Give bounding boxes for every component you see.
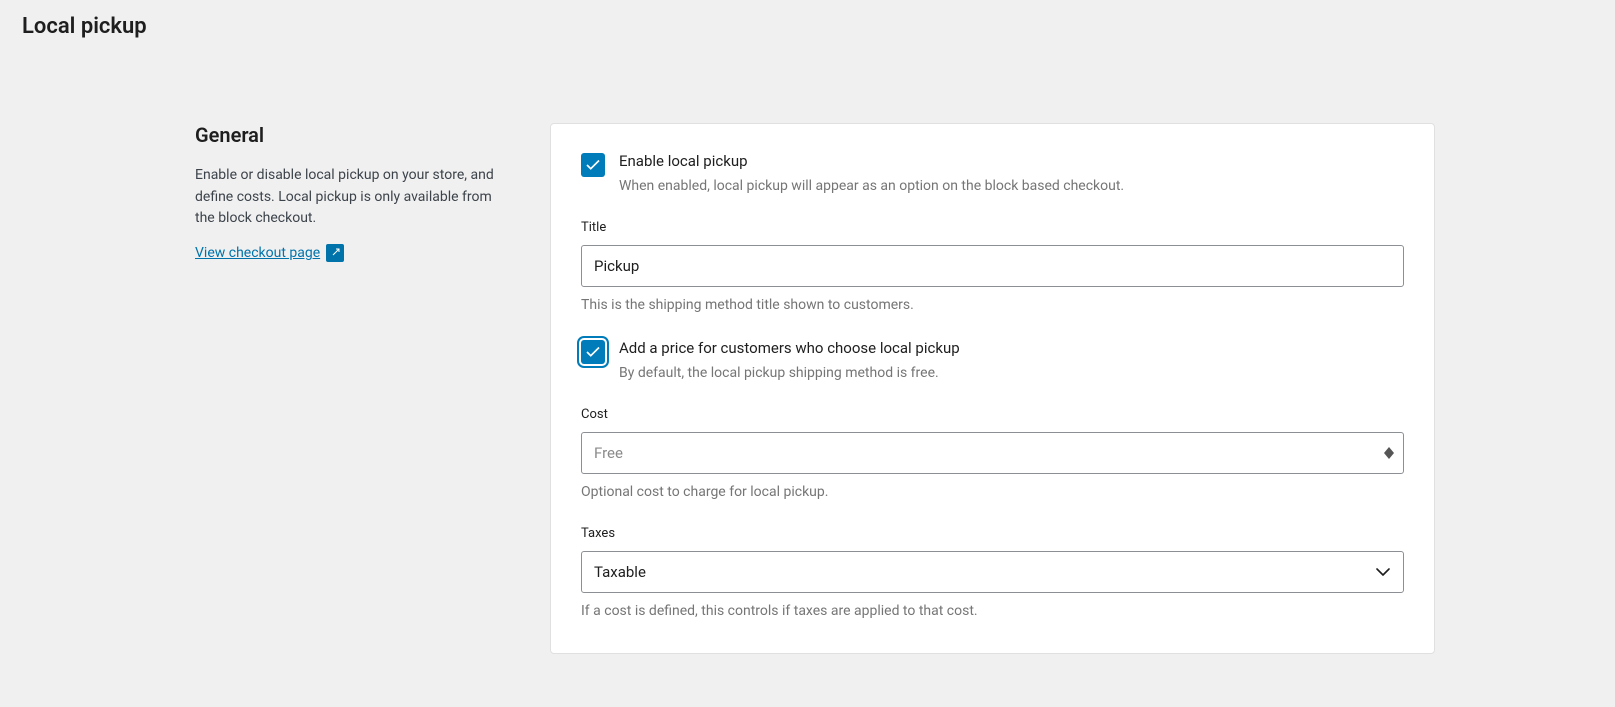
add-price-help: By default, the local pickup shipping me…: [619, 365, 939, 381]
add-price-content: Add a price for customers who choose loc…: [619, 339, 1404, 381]
taxes-help: If a cost is defined, this controls if t…: [581, 603, 1404, 619]
settings-panel: Enable local pickup When enabled, local …: [550, 123, 1435, 654]
enable-checkbox-content: Enable local pickup When enabled, local …: [619, 152, 1404, 194]
section-heading: General: [195, 123, 505, 147]
cost-help: Optional cost to charge for local pickup…: [581, 484, 1404, 500]
enable-checkbox-help: When enabled, local pickup will appear a…: [619, 178, 1124, 194]
add-price-checkbox[interactable]: [581, 340, 605, 364]
view-checkout-link-label: View checkout page: [195, 245, 320, 261]
enable-checkbox-label: Enable local pickup: [619, 152, 1404, 170]
taxes-label: Taxes: [581, 526, 1404, 541]
cost-label: Cost: [581, 407, 1404, 422]
content-wrapper: General Enable or disable local pickup o…: [0, 53, 1615, 694]
page-title: Local pickup: [22, 14, 1593, 39]
sidebar-section: General Enable or disable local pickup o…: [195, 123, 505, 654]
taxes-select[interactable]: Taxable: [581, 551, 1404, 593]
view-checkout-link[interactable]: View checkout page: [195, 244, 344, 262]
title-input[interactable]: [581, 245, 1404, 287]
add-price-row: Add a price for customers who choose loc…: [581, 339, 1404, 381]
enable-local-pickup-checkbox[interactable]: [581, 153, 605, 177]
section-description: Enable or disable local pickup on your s…: [195, 165, 505, 230]
taxes-field-group: Taxes Taxable If a cost is defined, this…: [581, 526, 1404, 619]
add-price-label: Add a price for customers who choose loc…: [619, 339, 1404, 357]
title-help: This is the shipping method title shown …: [581, 297, 1404, 313]
page-header: Local pickup: [0, 0, 1615, 53]
cost-input-wrapper: [581, 432, 1404, 474]
title-field-group: Title This is the shipping method title …: [581, 220, 1404, 313]
title-label: Title: [581, 220, 1404, 235]
taxes-select-wrapper: Taxable: [581, 551, 1404, 593]
cost-field-group: Cost Optional cost to charge for local p…: [581, 407, 1404, 500]
enable-local-pickup-row: Enable local pickup When enabled, local …: [581, 152, 1404, 194]
cost-input[interactable]: [581, 432, 1404, 474]
external-link-icon: [326, 244, 344, 262]
